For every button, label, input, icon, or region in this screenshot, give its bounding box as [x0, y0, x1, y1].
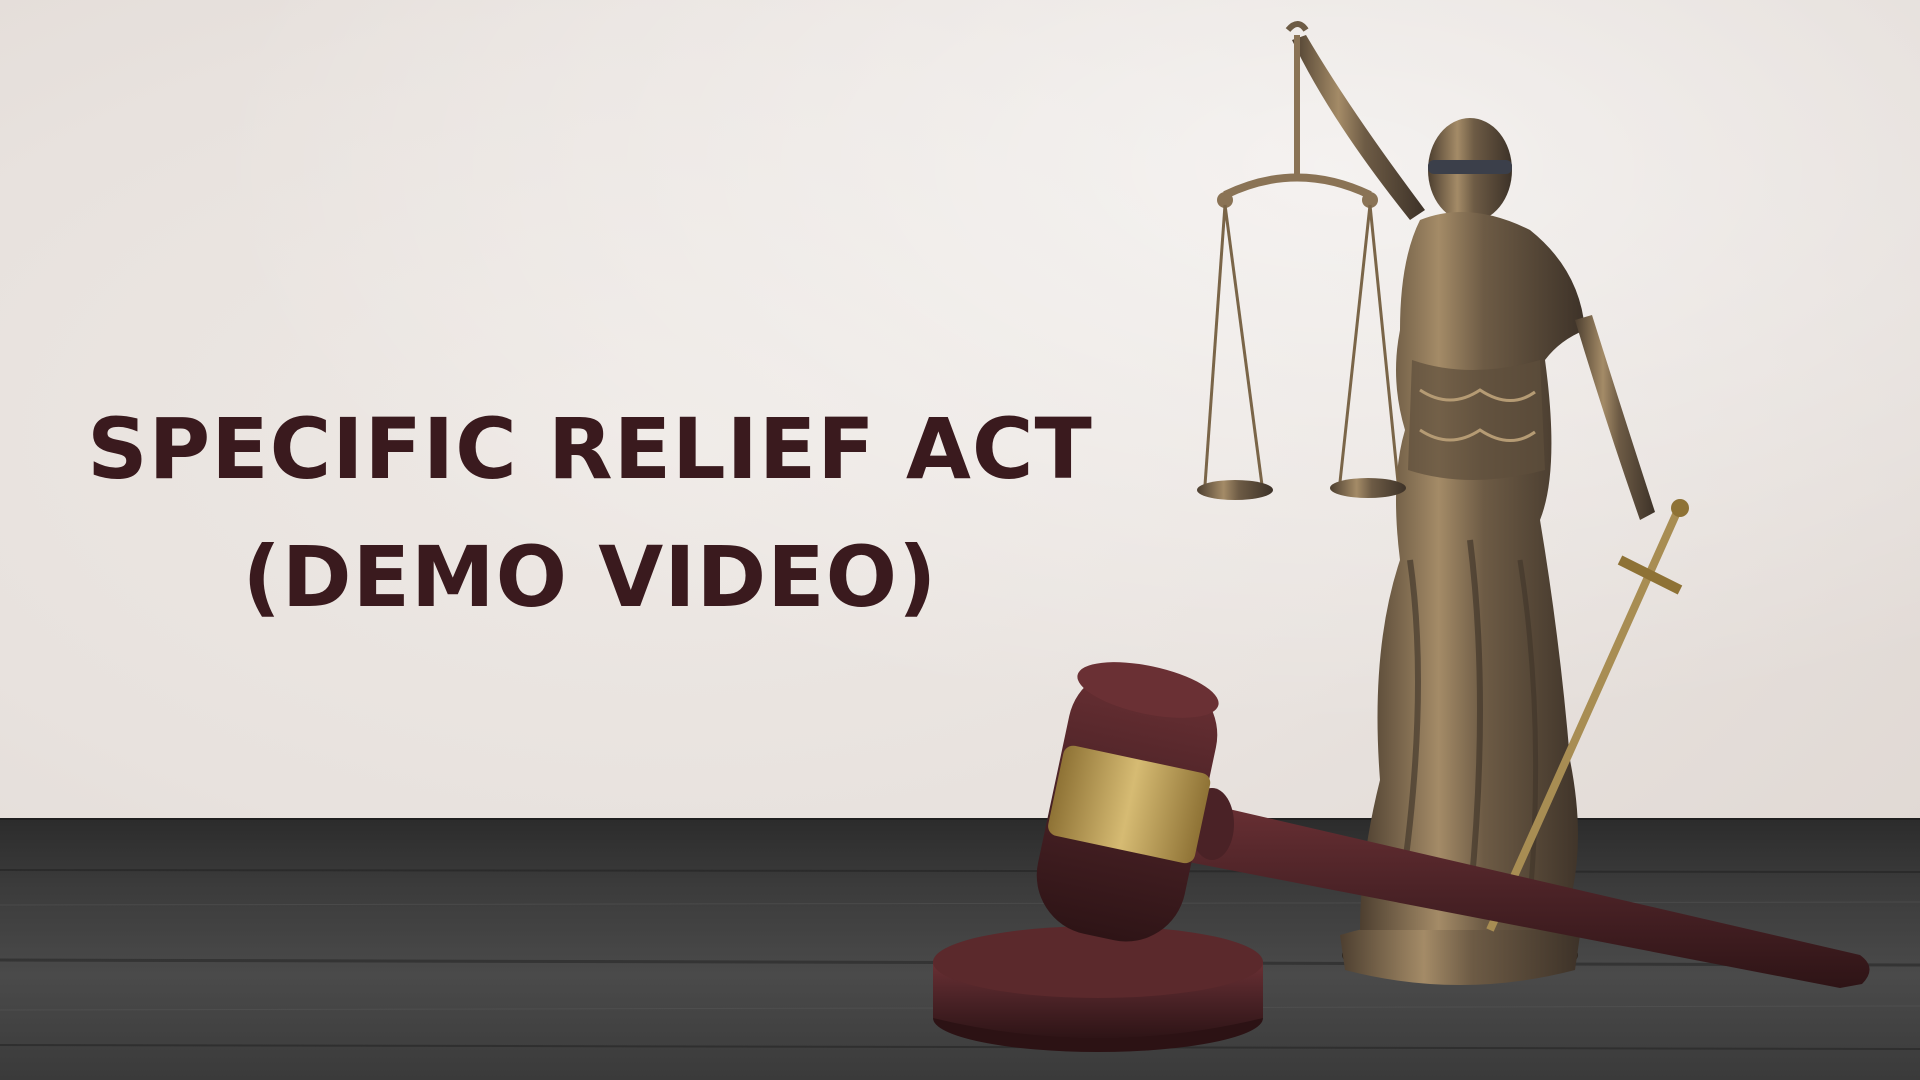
- title-line-2: (DEMO VIDEO): [242, 528, 938, 626]
- title-line-1: SPECIFIC RELIEF ACT: [87, 400, 1093, 498]
- video-thumbnail: SPECIFIC RELIEF ACT (DEMO VIDEO): [0, 0, 1920, 1080]
- video-title: SPECIFIC RELIEF ACT (DEMO VIDEO): [60, 385, 1120, 641]
- scales-of-justice-icon: [1197, 21, 1406, 500]
